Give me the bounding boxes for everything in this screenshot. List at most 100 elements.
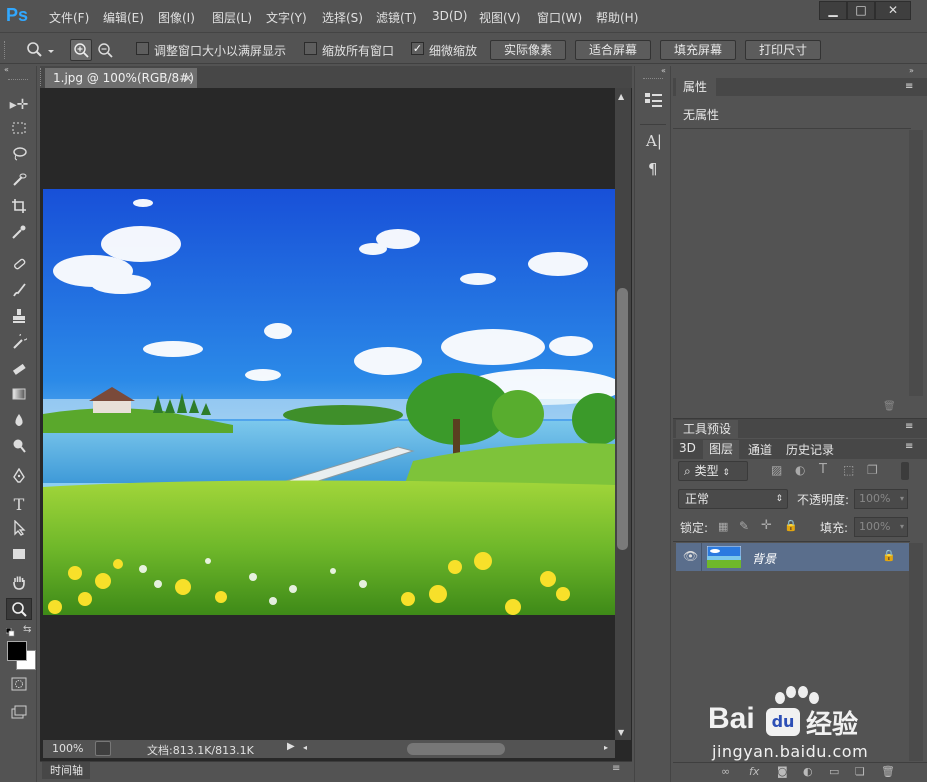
grip-handle[interactable] <box>4 41 8 59</box>
rectangle-tool-icon[interactable] <box>6 546 32 568</box>
lock-position-icon[interactable]: ✛ <box>761 518 772 533</box>
status-menu-icon[interactable] <box>95 741 111 756</box>
quick-mask-icon[interactable] <box>6 676 32 698</box>
collapse-arrows-icon[interactable]: « <box>4 66 33 74</box>
new-group-icon[interactable]: ▭ <box>829 765 839 778</box>
blur-tool-icon[interactable] <box>6 412 32 434</box>
tab-channels[interactable]: 通道 <box>748 441 772 458</box>
layer-row[interactable]: 👁 背景 🔒 <box>676 543 909 571</box>
zoom-tool-button[interactable] <box>6 598 32 620</box>
quick-selection-tool-icon[interactable] <box>6 172 32 194</box>
properties-tab[interactable]: 属性 <box>676 78 716 96</box>
scroll-right-icon[interactable]: ▸ <box>604 743 608 752</box>
scrubby-zoom-checkbox[interactable]: ✓ <box>411 42 424 55</box>
actual-pixels-button[interactable]: 实际像素 <box>490 40 566 60</box>
lock-pixels-icon[interactable]: ✎ <box>739 519 749 533</box>
document-tab[interactable]: 1.jpg @ 100%(RGB/8#) × <box>45 68 197 88</box>
marquee-tool-icon[interactable] <box>6 120 32 142</box>
menu-filter[interactable]: 滤镜(T) <box>376 9 417 26</box>
menu-select[interactable]: 选择(S) <box>322 9 363 26</box>
scroll-up-icon[interactable]: ▲ <box>618 92 624 101</box>
zoom-all-windows-checkbox[interactable] <box>304 42 317 55</box>
fill-field[interactable]: 100% ▾ <box>854 517 908 537</box>
link-layers-icon[interactable]: ∞ <box>721 765 730 778</box>
fill-screen-button[interactable]: 填充屏幕 <box>660 40 736 60</box>
minimize-button[interactable]: ▁ <box>819 1 847 20</box>
properties-panel-icon[interactable] <box>644 92 664 110</box>
layers-scrollbar[interactable] <box>909 543 923 761</box>
menu-view[interactable]: 视图(V) <box>479 9 521 26</box>
menu-window[interactable]: 窗口(W) <box>537 9 582 26</box>
fit-screen-button[interactable]: 适合屏幕 <box>575 40 651 60</box>
gradient-tool-icon[interactable] <box>6 386 32 408</box>
tab-history[interactable]: 历史记录 <box>786 441 834 458</box>
foreground-color-swatch[interactable] <box>7 641 27 661</box>
new-layer-icon[interactable]: ❏ <box>855 765 865 778</box>
zoom-level[interactable]: 100% <box>52 742 83 755</box>
close-button[interactable]: ✕ <box>875 1 911 20</box>
panel-menu-icon[interactable]: ≡ <box>905 78 913 96</box>
path-selection-tool-icon[interactable] <box>6 519 32 542</box>
print-size-button[interactable]: 打印尺寸 <box>745 40 821 60</box>
expand-arrows-icon[interactable]: « <box>661 66 666 75</box>
shape-filter-icon[interactable]: ⬚ <box>843 463 854 477</box>
hand-tool-icon[interactable] <box>6 574 32 596</box>
canvas-image[interactable] <box>43 189 615 615</box>
trash-icon[interactable]: 🗑 <box>883 401 896 412</box>
menu-3d[interactable]: 3D(D) <box>432 9 467 23</box>
scroll-down-icon[interactable]: ▼ <box>618 728 624 737</box>
type-filter-icon[interactable]: T <box>819 462 827 477</box>
horizontal-scroll-thumb[interactable] <box>407 743 505 755</box>
vertical-scrollbar[interactable]: ▲ ▼ <box>615 88 631 740</box>
status-arrow-icon[interactable]: ▶ <box>287 741 295 752</box>
adjustment-layer-icon[interactable]: ◐ <box>803 765 813 778</box>
restore-button[interactable]: □ <box>847 1 875 20</box>
visibility-eye-icon[interactable]: 👁 <box>683 549 698 563</box>
collapse-panels-icon[interactable]: » <box>909 66 914 75</box>
menu-help[interactable]: 帮助(H) <box>596 9 638 26</box>
menu-layer[interactable]: 图层(L) <box>212 9 252 26</box>
menu-edit[interactable]: 编辑(E) <box>103 9 144 26</box>
vertical-scroll-thumb[interactable] <box>617 288 628 550</box>
healing-brush-tool-icon[interactable] <box>6 256 32 278</box>
panel-menu-icon[interactable]: ≡ <box>905 421 913 432</box>
history-brush-tool-icon[interactable] <box>6 331 32 356</box>
screen-mode-icon[interactable] <box>6 704 32 726</box>
eyedropper-tool-icon[interactable] <box>6 224 32 246</box>
tab-3d[interactable]: 3D <box>679 441 696 455</box>
menu-file[interactable]: 文件(F) <box>49 9 89 26</box>
grip-handle[interactable] <box>8 79 28 80</box>
delete-layer-icon[interactable]: 🗑 <box>881 765 895 778</box>
smart-object-filter-icon[interactable]: ❐ <box>867 463 878 477</box>
panel-menu-icon[interactable]: ≡ <box>905 441 913 452</box>
adjustment-filter-icon[interactable]: ◐ <box>795 463 805 477</box>
layer-style-icon[interactable]: fx <box>749 765 759 778</box>
lasso-tool-icon[interactable] <box>6 146 32 168</box>
scroll-left-icon[interactable]: ◂ <box>303 743 307 752</box>
grip-handle[interactable] <box>643 78 663 79</box>
layer-filter-select[interactable]: ⌕ 类型 ⇕ <box>678 461 748 481</box>
pen-tool-icon[interactable] <box>6 467 32 490</box>
zoom-in-button[interactable] <box>70 39 92 61</box>
move-tool-icon[interactable]: ▸✛ <box>6 94 32 116</box>
type-tool-icon[interactable]: T <box>6 494 32 516</box>
pixel-filter-icon[interactable]: ▨ <box>771 463 782 477</box>
paragraph-panel-icon[interactable]: ¶ <box>648 160 658 178</box>
zoom-tool-preset-icon[interactable] <box>25 40 55 60</box>
properties-scrollbar[interactable] <box>909 130 923 396</box>
opacity-field[interactable]: 100% ▾ <box>854 489 908 509</box>
character-panel-icon[interactable]: A| <box>646 132 662 150</box>
dodge-tool-icon[interactable] <box>6 438 32 460</box>
menu-type[interactable]: 文字(Y) <box>266 9 307 26</box>
close-tab-icon[interactable]: × <box>183 68 193 88</box>
clone-stamp-tool-icon[interactable] <box>6 308 32 330</box>
add-mask-icon[interactable]: ◙ <box>777 765 788 778</box>
resize-windows-checkbox[interactable] <box>136 42 149 55</box>
grip-handle[interactable] <box>40 68 44 86</box>
timeline-tab[interactable]: 时间轴 <box>42 762 90 779</box>
tab-layers[interactable]: 图层 <box>703 440 739 459</box>
zoom-out-icon[interactable] <box>95 40 115 60</box>
swap-colors-icon[interactable]: ⇆ <box>23 624 31 635</box>
brush-tool-icon[interactable] <box>6 282 32 304</box>
lock-transparent-icon[interactable]: ▦ <box>718 520 728 533</box>
